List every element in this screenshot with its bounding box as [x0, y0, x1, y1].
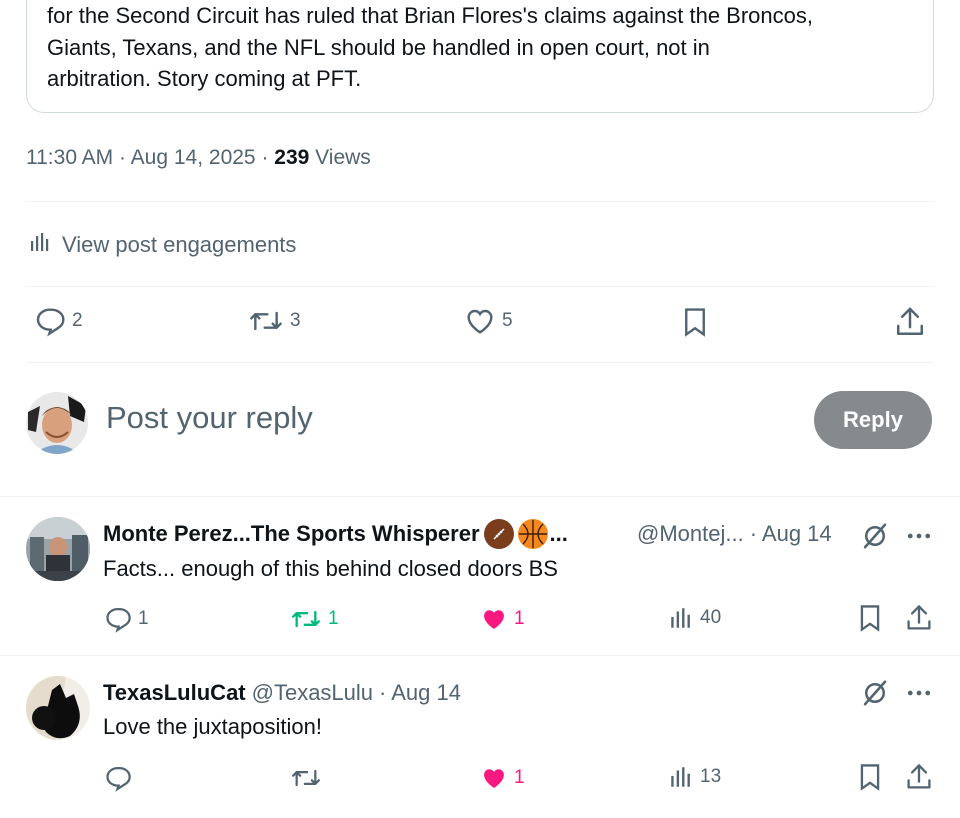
divider	[26, 362, 934, 363]
reply-header: TexasLuluCat @TexasLulu · Aug 14	[103, 678, 461, 708]
repost-action[interactable]: 3	[248, 305, 301, 337]
repost-icon	[248, 305, 284, 337]
share-icon	[905, 762, 933, 792]
quoted-post[interactable]: for the Second Circuit has ruled that Br…	[26, 0, 934, 113]
like-action[interactable]: 1	[480, 764, 525, 792]
main-action-bar: 2 3 5	[0, 305, 960, 345]
views-action[interactable]: 13	[668, 764, 721, 790]
like-count: 5	[502, 310, 513, 331]
reply-count: 2	[72, 310, 83, 331]
reply-handle-time: @Montej... · Aug 14	[637, 519, 832, 549]
share-icon	[894, 305, 926, 339]
bookmark-icon	[856, 603, 884, 633]
bookmark-action[interactable]	[680, 305, 710, 339]
reply-input[interactable]: Post your reply	[106, 400, 313, 436]
divider	[26, 201, 934, 202]
views-label: Views	[309, 146, 371, 169]
handle[interactable]: @TexasLulu	[252, 678, 373, 708]
repost-action[interactable]: 1	[290, 605, 339, 633]
display-name[interactable]: Monte Perez...The Sports Whisperer	[103, 519, 480, 549]
heart-filled-icon	[480, 764, 508, 792]
reply-text: Love the juxtaposition!	[103, 714, 322, 739]
avatar[interactable]	[26, 517, 90, 581]
like-action[interactable]: 5	[464, 305, 513, 337]
post-time-date[interactable]: 11:30 AM · Aug 14, 2025 ·	[26, 146, 274, 169]
repost-count: 1	[328, 608, 339, 629]
avatar[interactable]	[26, 676, 90, 740]
bookmark-action[interactable]	[856, 762, 884, 792]
basketball-emoji-icon	[517, 519, 548, 549]
reply-count: 1	[138, 608, 149, 629]
quoted-post-text: for the Second Circuit has ruled that Br…	[47, 3, 814, 91]
share-action[interactable]	[905, 762, 933, 792]
reply-text: Facts... enough of this behind closed do…	[103, 556, 558, 581]
avatar	[26, 392, 88, 454]
reply-action[interactable]: 1	[104, 605, 149, 633]
heart-filled-icon	[480, 605, 508, 633]
chart-bars-icon	[28, 230, 52, 260]
reply-icon	[34, 305, 66, 337]
bookmark-icon	[680, 305, 710, 339]
post-time[interactable]: · Aug 14	[750, 519, 832, 549]
reply-composer: Post your reply Reply	[0, 388, 960, 458]
reply-action[interactable]: 2	[34, 305, 83, 337]
chart-bars-icon	[668, 764, 694, 790]
views-action[interactable]: 40	[668, 605, 721, 631]
more-icon[interactable]	[904, 678, 934, 713]
share-icon	[905, 603, 933, 633]
view-engagements-label: View post engagements	[62, 232, 297, 257]
reply-action[interactable]	[104, 764, 132, 792]
post-timestamp: 11:30 AM · Aug 14, 2025 · 239 Views	[26, 144, 371, 172]
repost-icon	[290, 605, 322, 633]
reply-header: Monte Perez...The Sports Whisperer ...	[103, 519, 568, 549]
reply-icon	[104, 605, 132, 633]
bookmark-action[interactable]	[856, 603, 884, 633]
bookmark-icon	[856, 762, 884, 792]
display-name[interactable]: TexasLuluCat	[103, 678, 246, 708]
handle[interactable]: @Montej...	[637, 519, 744, 549]
chart-bars-icon	[668, 605, 694, 631]
reply-icon	[104, 764, 132, 792]
view-engagements-link[interactable]: View post engagements	[28, 230, 296, 260]
repost-action[interactable]	[290, 764, 322, 792]
share-action[interactable]	[905, 603, 933, 633]
more-icon[interactable]	[904, 521, 934, 556]
repost-count: 3	[290, 310, 301, 331]
repost-icon	[290, 764, 322, 792]
reply-post[interactable]: TexasLuluCat @TexasLulu · Aug 14 Love th…	[0, 656, 960, 818]
share-action[interactable]	[894, 305, 926, 339]
like-action[interactable]: 1	[480, 605, 525, 633]
grok-icon[interactable]	[860, 678, 890, 713]
grok-icon[interactable]	[860, 521, 890, 556]
views-count: 239	[274, 146, 310, 169]
reply-post[interactable]: Monte Perez...The Sports Whisperer ... @…	[0, 497, 960, 655]
heart-icon	[464, 305, 496, 337]
display-name-ellipsis: ...	[549, 521, 568, 546]
reply-button[interactable]: Reply	[814, 391, 932, 449]
post-time[interactable]: · Aug 14	[379, 678, 461, 708]
football-emoji-icon	[483, 519, 514, 549]
views-count: 13	[700, 766, 722, 787]
like-count: 1	[514, 767, 525, 788]
views-count: 40	[700, 607, 722, 628]
like-count: 1	[514, 608, 525, 629]
divider	[26, 286, 934, 287]
